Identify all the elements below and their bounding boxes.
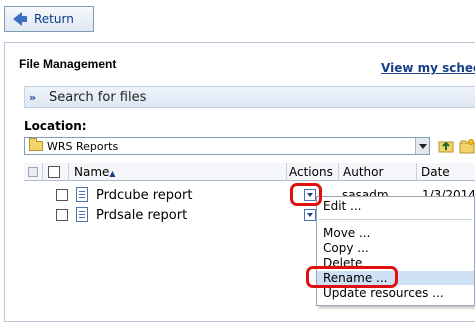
menu-item-copy[interactable]: Copy ... <box>323 241 369 255</box>
row-checkbox[interactable] <box>56 209 68 221</box>
report-icon <box>76 187 88 202</box>
column-header-author[interactable]: Author <box>343 165 383 179</box>
chevron-down-icon: » <box>29 90 37 104</box>
panel-title: File Management <box>19 57 117 71</box>
dropdown-arrow-icon[interactable] <box>415 138 429 154</box>
menu-item-delete[interactable]: Delete <box>323 256 362 270</box>
column-header-date[interactable]: Date <box>421 165 450 179</box>
report-name[interactable]: Prdcube report <box>96 188 192 203</box>
menu-item-move[interactable]: Move ... <box>323 226 370 240</box>
back-arrow-icon <box>13 12 27 26</box>
folder-icon <box>29 138 43 151</box>
new-folder-icon[interactable] <box>459 138 475 154</box>
column-options-icon[interactable] <box>28 167 38 177</box>
row-checkbox[interactable] <box>56 189 68 201</box>
report-icon <box>76 207 88 222</box>
location-label: Location: <box>24 119 87 133</box>
sort-ascending-icon: ▲ <box>109 169 116 178</box>
return-button-label: Return <box>34 12 74 26</box>
column-header-name[interactable]: Name▲ <box>74 165 116 179</box>
menu-item-update-resources[interactable]: Update resources ... <box>323 286 444 300</box>
select-all-checkbox[interactable] <box>48 166 60 178</box>
view-my-schedule-link[interactable]: View my schedul <box>381 61 475 75</box>
actions-menu-button[interactable] <box>304 209 316 221</box>
search-for-files-toggle[interactable]: » Search for files <box>24 86 475 108</box>
report-name[interactable]: Prdsale report <box>96 208 187 223</box>
menu-item-rename[interactable]: Rename ... <box>317 271 474 285</box>
return-button[interactable]: Return <box>4 6 94 32</box>
table-header: Name▲ Actions Author Date <box>24 163 475 181</box>
location-select[interactable]: WRS Reports <box>24 137 430 155</box>
column-header-actions: Actions <box>289 165 333 179</box>
column-header-name-label: Name <box>74 165 110 179</box>
actions-menu-button[interactable] <box>304 189 316 201</box>
location-selected-value: WRS Reports <box>47 139 119 153</box>
actions-context-menu: Edit ... Move ... Copy ... Delete Rename… <box>316 196 475 306</box>
menu-item-edit[interactable]: Edit ... <box>323 199 362 213</box>
up-one-level-icon[interactable] <box>438 138 454 154</box>
search-for-files-label: Search for files <box>49 89 147 105</box>
